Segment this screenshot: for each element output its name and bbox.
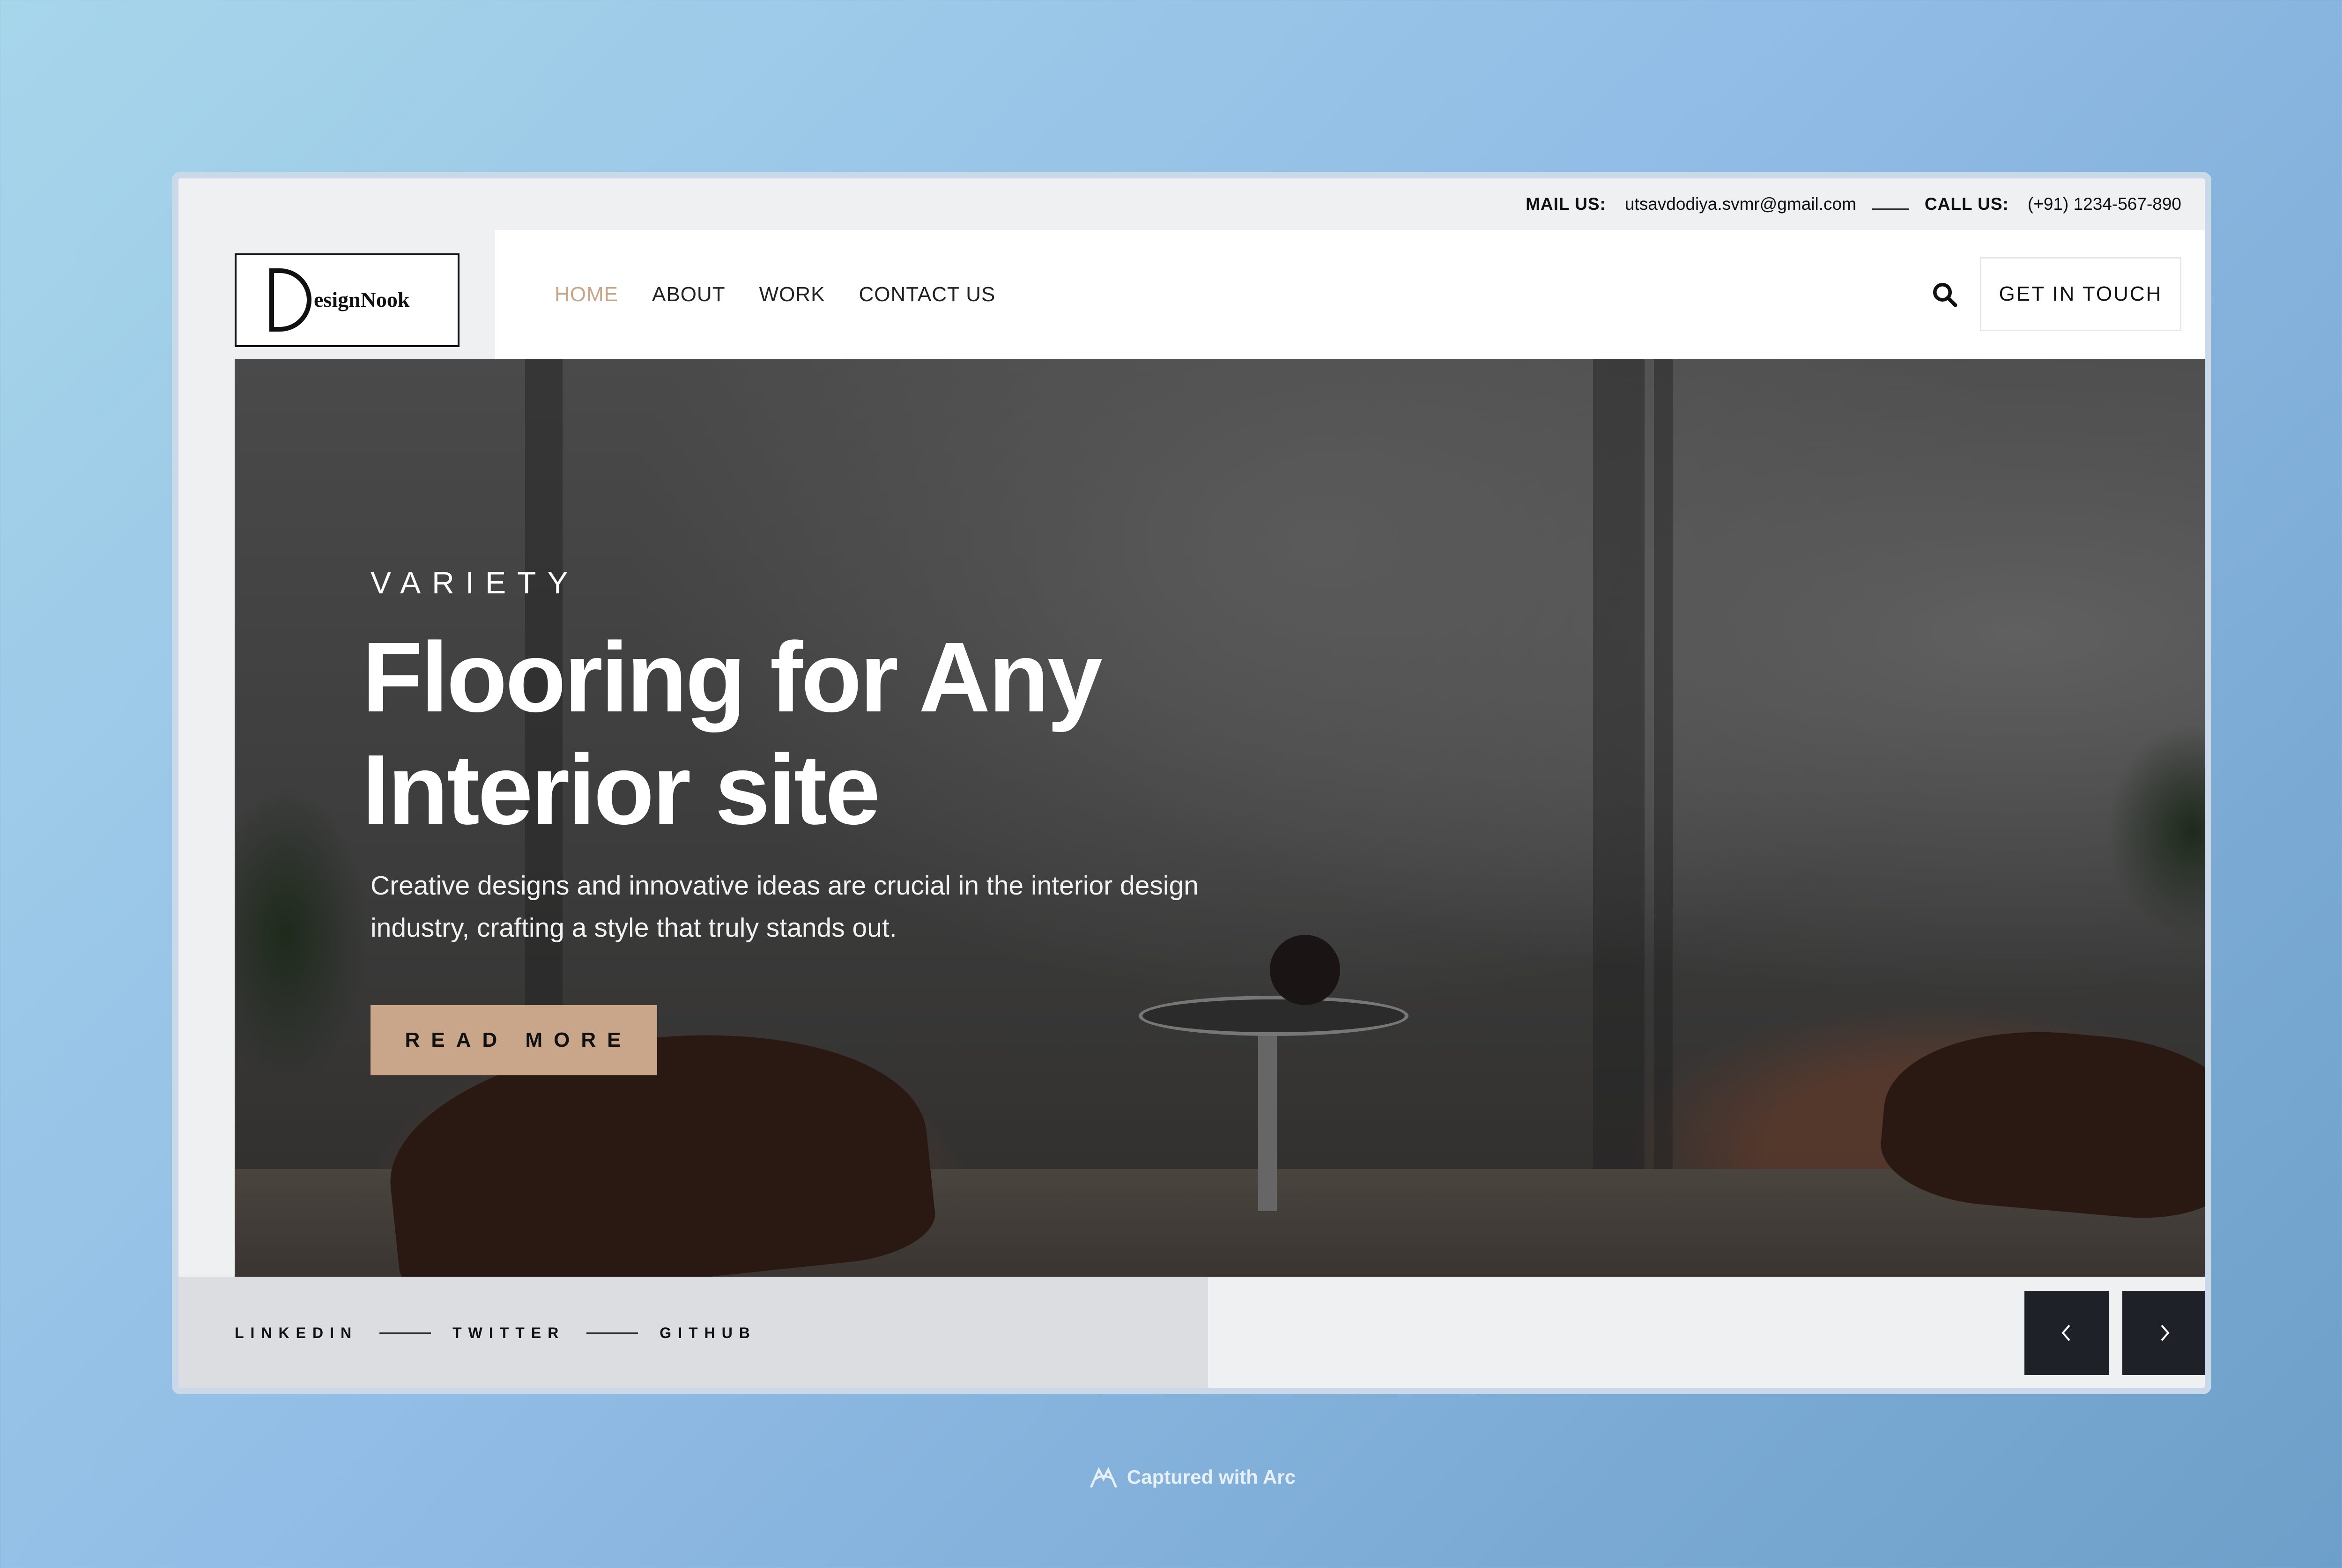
search-icon[interactable] xyxy=(1931,281,1959,309)
hero-title: Flooring for Any Interior site xyxy=(362,621,1205,846)
window-frame xyxy=(1593,359,1645,1277)
hero-title-line: Interior site xyxy=(362,734,881,845)
social-link-github[interactable]: GITHUB xyxy=(660,1324,756,1342)
social-link-linkedin[interactable]: LINKEDIN xyxy=(235,1324,358,1342)
plant xyxy=(2099,715,2205,949)
divider xyxy=(379,1332,431,1334)
chevron-left-icon xyxy=(2061,1324,2070,1341)
prev-slide-button[interactable] xyxy=(2024,1291,2109,1375)
nav-home[interactable]: HOME xyxy=(555,283,618,306)
main-nav: HOME ABOUT WORK CONTACT US xyxy=(555,230,995,359)
window-frame xyxy=(1654,359,1673,1277)
nav-contact-us[interactable]: CONTACT US xyxy=(859,283,995,306)
chevron-right-icon xyxy=(2161,1324,2170,1341)
arc-logo-icon xyxy=(1090,1467,1117,1488)
call-label: CALL US: xyxy=(1924,194,2009,214)
browser-window: MAIL US: utsavdodiya.svmr@gmail.com CALL… xyxy=(172,172,2211,1394)
hero-title-line: Flooring for Any xyxy=(362,621,1103,732)
logo-text: esignNook xyxy=(314,288,410,311)
logo-mark xyxy=(269,268,311,332)
divider xyxy=(1872,208,1909,210)
read-more-button[interactable]: READ MORE xyxy=(371,1005,657,1075)
mail-value[interactable]: utsavdodiya.svmr@gmail.com xyxy=(1625,194,1856,214)
call-value[interactable]: (+91) 1234-567-890 xyxy=(2028,194,2181,214)
logo[interactable]: esignNook xyxy=(235,253,460,347)
vase xyxy=(1270,935,1340,1005)
next-slide-button[interactable] xyxy=(2122,1291,2205,1375)
caption-text: Captured with Arc xyxy=(1127,1466,1296,1488)
arc-caption: Captured with Arc xyxy=(0,1464,2342,1490)
divider xyxy=(586,1332,638,1334)
hero-banner: VARIETY Flooring for Any Interior site C… xyxy=(235,359,2205,1277)
mail-label: MAIL US: xyxy=(1526,194,1606,214)
nav-work[interactable]: WORK xyxy=(759,283,825,306)
contact-bar: MAIL US: utsavdodiya.svmr@gmail.com CALL… xyxy=(178,178,2205,230)
plant xyxy=(235,771,375,1099)
social-links: LINKEDIN TWITTER GITHUB xyxy=(178,1277,1208,1388)
hero-description: Creative designs and innovative ideas ar… xyxy=(371,871,1199,943)
social-link-twitter[interactable]: TWITTER xyxy=(452,1324,565,1342)
side-table xyxy=(1139,996,1408,1036)
hero-eyebrow: VARIETY xyxy=(371,565,579,600)
site-header: HOME ABOUT WORK CONTACT US GET IN TOUCH xyxy=(495,230,2205,359)
get-in-touch-button[interactable]: GET IN TOUCH xyxy=(1980,257,2181,331)
table-leg xyxy=(1258,1028,1277,1211)
nav-about[interactable]: ABOUT xyxy=(652,283,726,306)
slider-controls xyxy=(1208,1277,2205,1388)
